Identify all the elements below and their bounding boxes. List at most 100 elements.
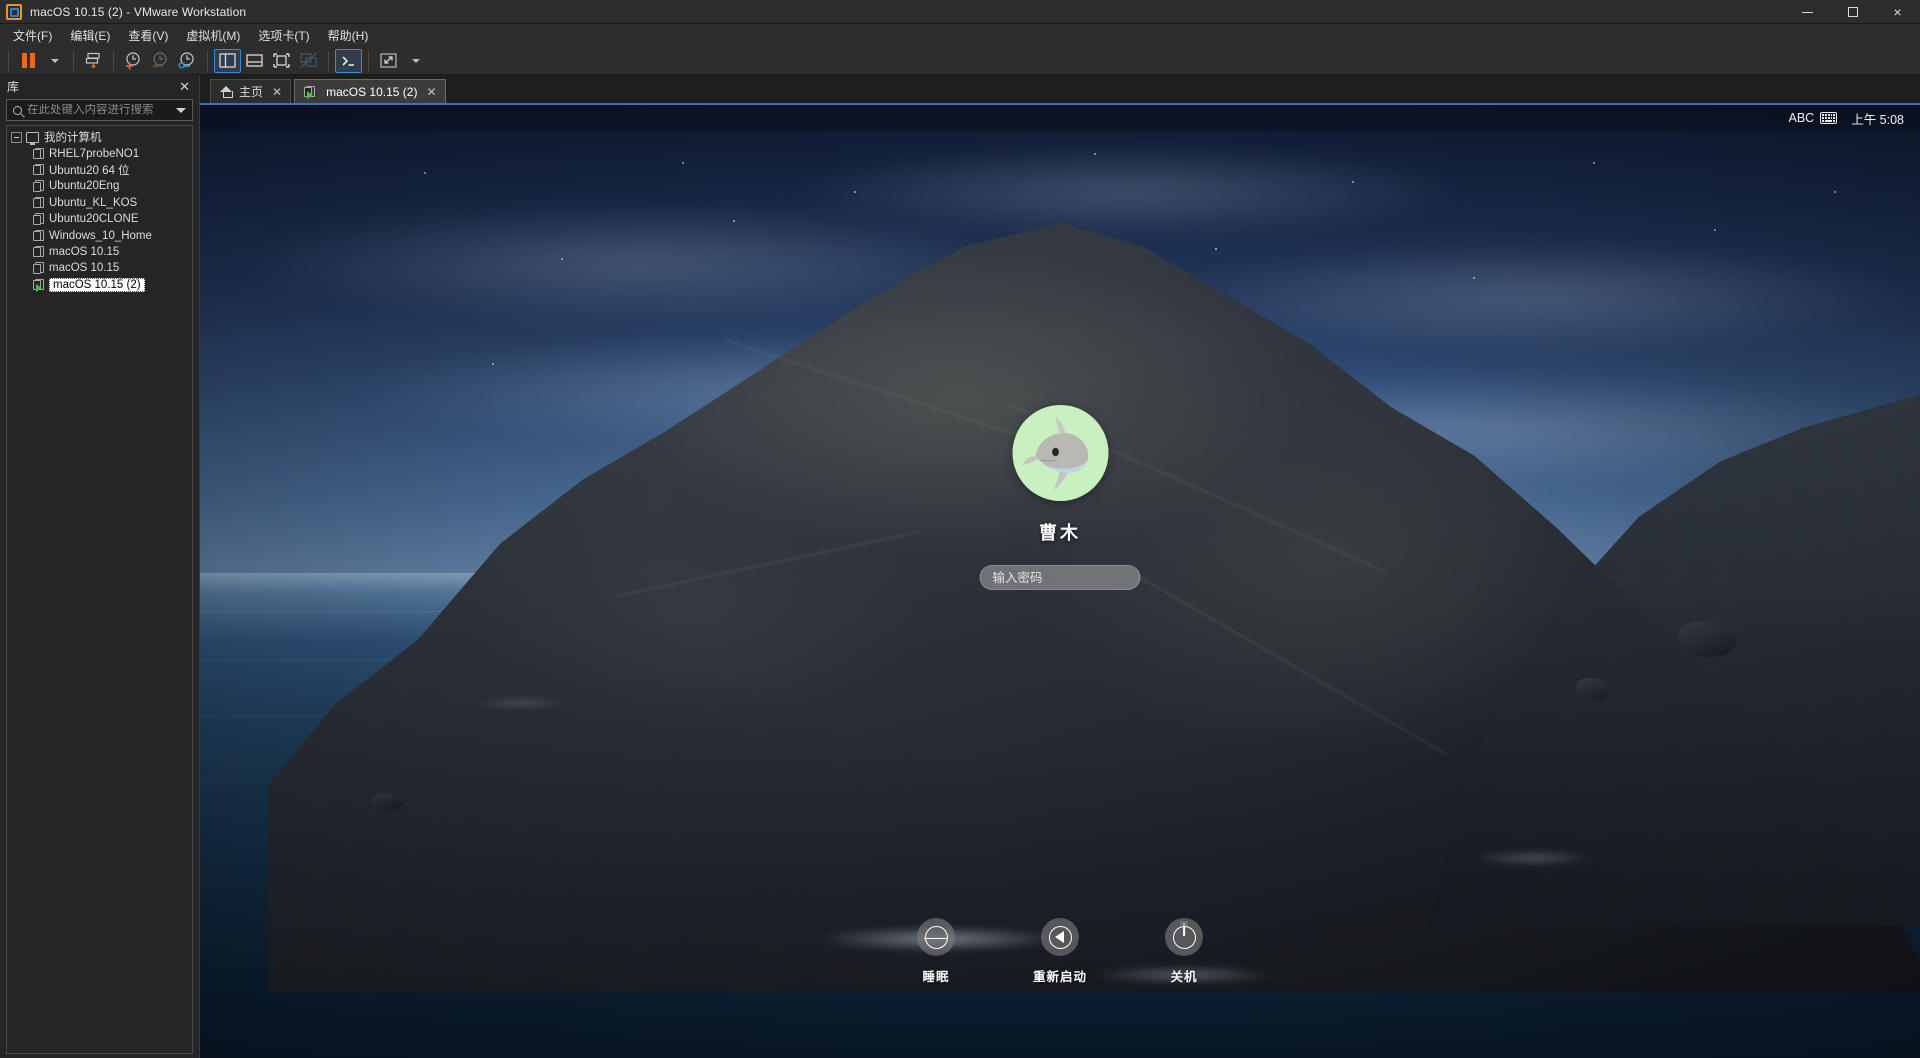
show-console-view-button[interactable] (268, 49, 295, 73)
sleep-label: 睡眠 (922, 966, 949, 985)
toolbar-separator (8, 51, 9, 71)
window-title: macOS 10.15 (2) - VMware Workstation (30, 5, 246, 19)
tree-item-label: Windows_10_Home (49, 230, 152, 242)
tree-item-ubuntu20eng[interactable]: Ubuntu20Eng (7, 178, 192, 194)
window-controls: × (1785, 0, 1920, 24)
pause-icon (22, 53, 35, 68)
fullscreen-button[interactable] (375, 49, 402, 73)
guest-menubar: ABC 上午 5:08 (200, 105, 1920, 131)
search-input[interactable] (27, 104, 171, 116)
tree-item-rhel7probeno1[interactable]: RHEL7probeNO1 (7, 145, 192, 161)
tab-bar: 主页 ✕ macOS 10.15 (2) ✕ (200, 75, 1920, 103)
panel-left-icon (218, 52, 237, 69)
snapshot-add-icon (124, 51, 143, 70)
vm-icon (33, 230, 44, 242)
minimize-button[interactable] (1785, 0, 1830, 24)
shutdown-label: 关机 (1170, 966, 1197, 985)
menu-item-file[interactable]: 文件(F) (4, 24, 61, 47)
tree-item-label: Ubuntu20Eng (49, 180, 119, 192)
tree-root-my-computer[interactable]: 我的计算机 (7, 129, 192, 145)
close-button[interactable]: × (1875, 0, 1920, 24)
tree-item-macos-1015-2[interactable]: macOS 10.15 (2) (7, 277, 192, 293)
tree-item-macos-1015-b[interactable]: macOS 10.15 (7, 260, 192, 276)
fullscreen-icon (379, 52, 398, 69)
restart-button-circle (1041, 918, 1079, 956)
power-dropdown-button[interactable] (41, 49, 67, 73)
input-source-indicator[interactable]: ABC (1788, 111, 1837, 125)
menu-item-vm[interactable]: 虚拟机(M) (177, 24, 249, 47)
password-input[interactable] (993, 571, 1128, 585)
collapse-icon[interactable] (11, 132, 22, 143)
tree-item-label: Ubuntu_KL_KOS (49, 197, 137, 209)
revert-snapshot-button[interactable] (147, 49, 174, 73)
vm-running-icon (304, 86, 315, 98)
sleep-icon (924, 926, 947, 949)
maximize-button[interactable] (1830, 0, 1875, 24)
take-snapshot-button[interactable] (120, 49, 147, 73)
vm-library-tree[interactable]: 我的计算机 RHEL7probeNO1 Ubuntu20 64 位 Ubuntu… (6, 125, 193, 1054)
tree-item-ubuntu20-64[interactable]: Ubuntu20 64 位 (7, 162, 192, 178)
library-search-row[interactable] (6, 99, 193, 121)
show-thumbnail-bar-button[interactable] (241, 49, 268, 73)
tab-close-icon[interactable]: ✕ (272, 86, 282, 98)
tree-item-label: Ubuntu20 64 位 (49, 162, 130, 178)
tree-item-ubuntu-kl-kos[interactable]: Ubuntu_KL_KOS (7, 195, 192, 211)
panel-bottom-icon (245, 52, 264, 69)
menubar: 文件(F) 编辑(E) 查看(V) 虚拟机(M) 选项卡(T) 帮助(H) (0, 24, 1920, 47)
clock[interactable]: 上午 5:08 (1851, 109, 1904, 128)
restart-button[interactable]: 重新启动 (1033, 918, 1087, 985)
dolphin-avatar-icon[interactable] (1012, 405, 1108, 501)
console-view-icon (272, 52, 291, 69)
menu-item-view[interactable]: 查看(V) (119, 24, 177, 47)
sleep-button[interactable]: 睡眠 (917, 918, 955, 985)
snapshot-manager-button[interactable] (174, 49, 201, 73)
maximize-icon (1848, 7, 1858, 17)
library-sidebar: 库 ✕ 我的计算机 RHEL7probeNO1 Ubuntu20 64 位 (0, 75, 200, 1058)
unity-mode-button[interactable] (335, 49, 362, 73)
vm-icon (33, 246, 44, 258)
tab-label: 主页 (239, 83, 263, 100)
show-library-button[interactable] (214, 49, 241, 73)
menu-item-edit[interactable]: 编辑(E) (61, 24, 119, 47)
tree-item-ubuntu20clone[interactable]: Ubuntu20CLONE (7, 211, 192, 227)
toolbar-separator (368, 51, 369, 71)
vm-console-viewport[interactable]: ABC 上午 5:08 (200, 103, 1920, 1058)
keyboard-icon (1820, 112, 1837, 124)
send-keys-icon (84, 51, 103, 70)
password-field[interactable] (980, 565, 1141, 590)
tab-home[interactable]: 主页 ✕ (210, 79, 291, 103)
login-panel: 曹木 (980, 405, 1141, 590)
shutdown-button-circle (1165, 918, 1203, 956)
main-body: 库 ✕ 我的计算机 RHEL7probeNO1 Ubuntu20 64 位 (0, 75, 1920, 1058)
login-username: 曹木 (1039, 519, 1081, 545)
restart-label: 重新启动 (1033, 966, 1087, 985)
tree-item-label: macOS 10.15 (2) (49, 278, 145, 292)
library-close-icon[interactable]: ✕ (176, 80, 193, 93)
multiple-monitors-button[interactable] (295, 49, 322, 73)
chevron-down-icon (51, 59, 59, 63)
shutdown-button[interactable]: 关机 (1165, 918, 1203, 985)
fullscreen-dropdown-button[interactable] (402, 49, 428, 73)
tree-item-macos-1015-a[interactable]: macOS 10.15 (7, 244, 192, 260)
send-ctrl-alt-del-button[interactable] (80, 49, 107, 73)
tree-item-label: RHEL7probeNO1 (49, 148, 139, 160)
menu-item-help[interactable]: 帮助(H) (319, 24, 378, 47)
tab-close-icon[interactable]: ✕ (426, 86, 436, 98)
vm-icon (33, 164, 44, 176)
vmware-logo-icon (6, 4, 22, 20)
vm-icon (33, 197, 44, 209)
toolbar-separator (113, 51, 114, 71)
toolbar-separator (73, 51, 74, 71)
tree-item-windows-10-home[interactable]: Windows_10_Home (7, 227, 192, 243)
tree-root-label: 我的计算机 (44, 129, 102, 145)
search-icon (13, 106, 22, 115)
chevron-down-icon[interactable] (176, 108, 186, 113)
menu-item-tabs[interactable]: 选项卡(T) (249, 24, 318, 47)
tab-label: macOS 10.15 (2) (326, 85, 417, 99)
tab-macos-1015-2[interactable]: macOS 10.15 (2) ✕ (294, 79, 445, 103)
power-pause-button[interactable] (15, 49, 41, 73)
library-title: 库 (7, 78, 19, 95)
vm-running-icon (33, 279, 44, 291)
terminal-icon (339, 53, 358, 69)
main-pane: 主页 ✕ macOS 10.15 (2) ✕ (200, 75, 1920, 1058)
